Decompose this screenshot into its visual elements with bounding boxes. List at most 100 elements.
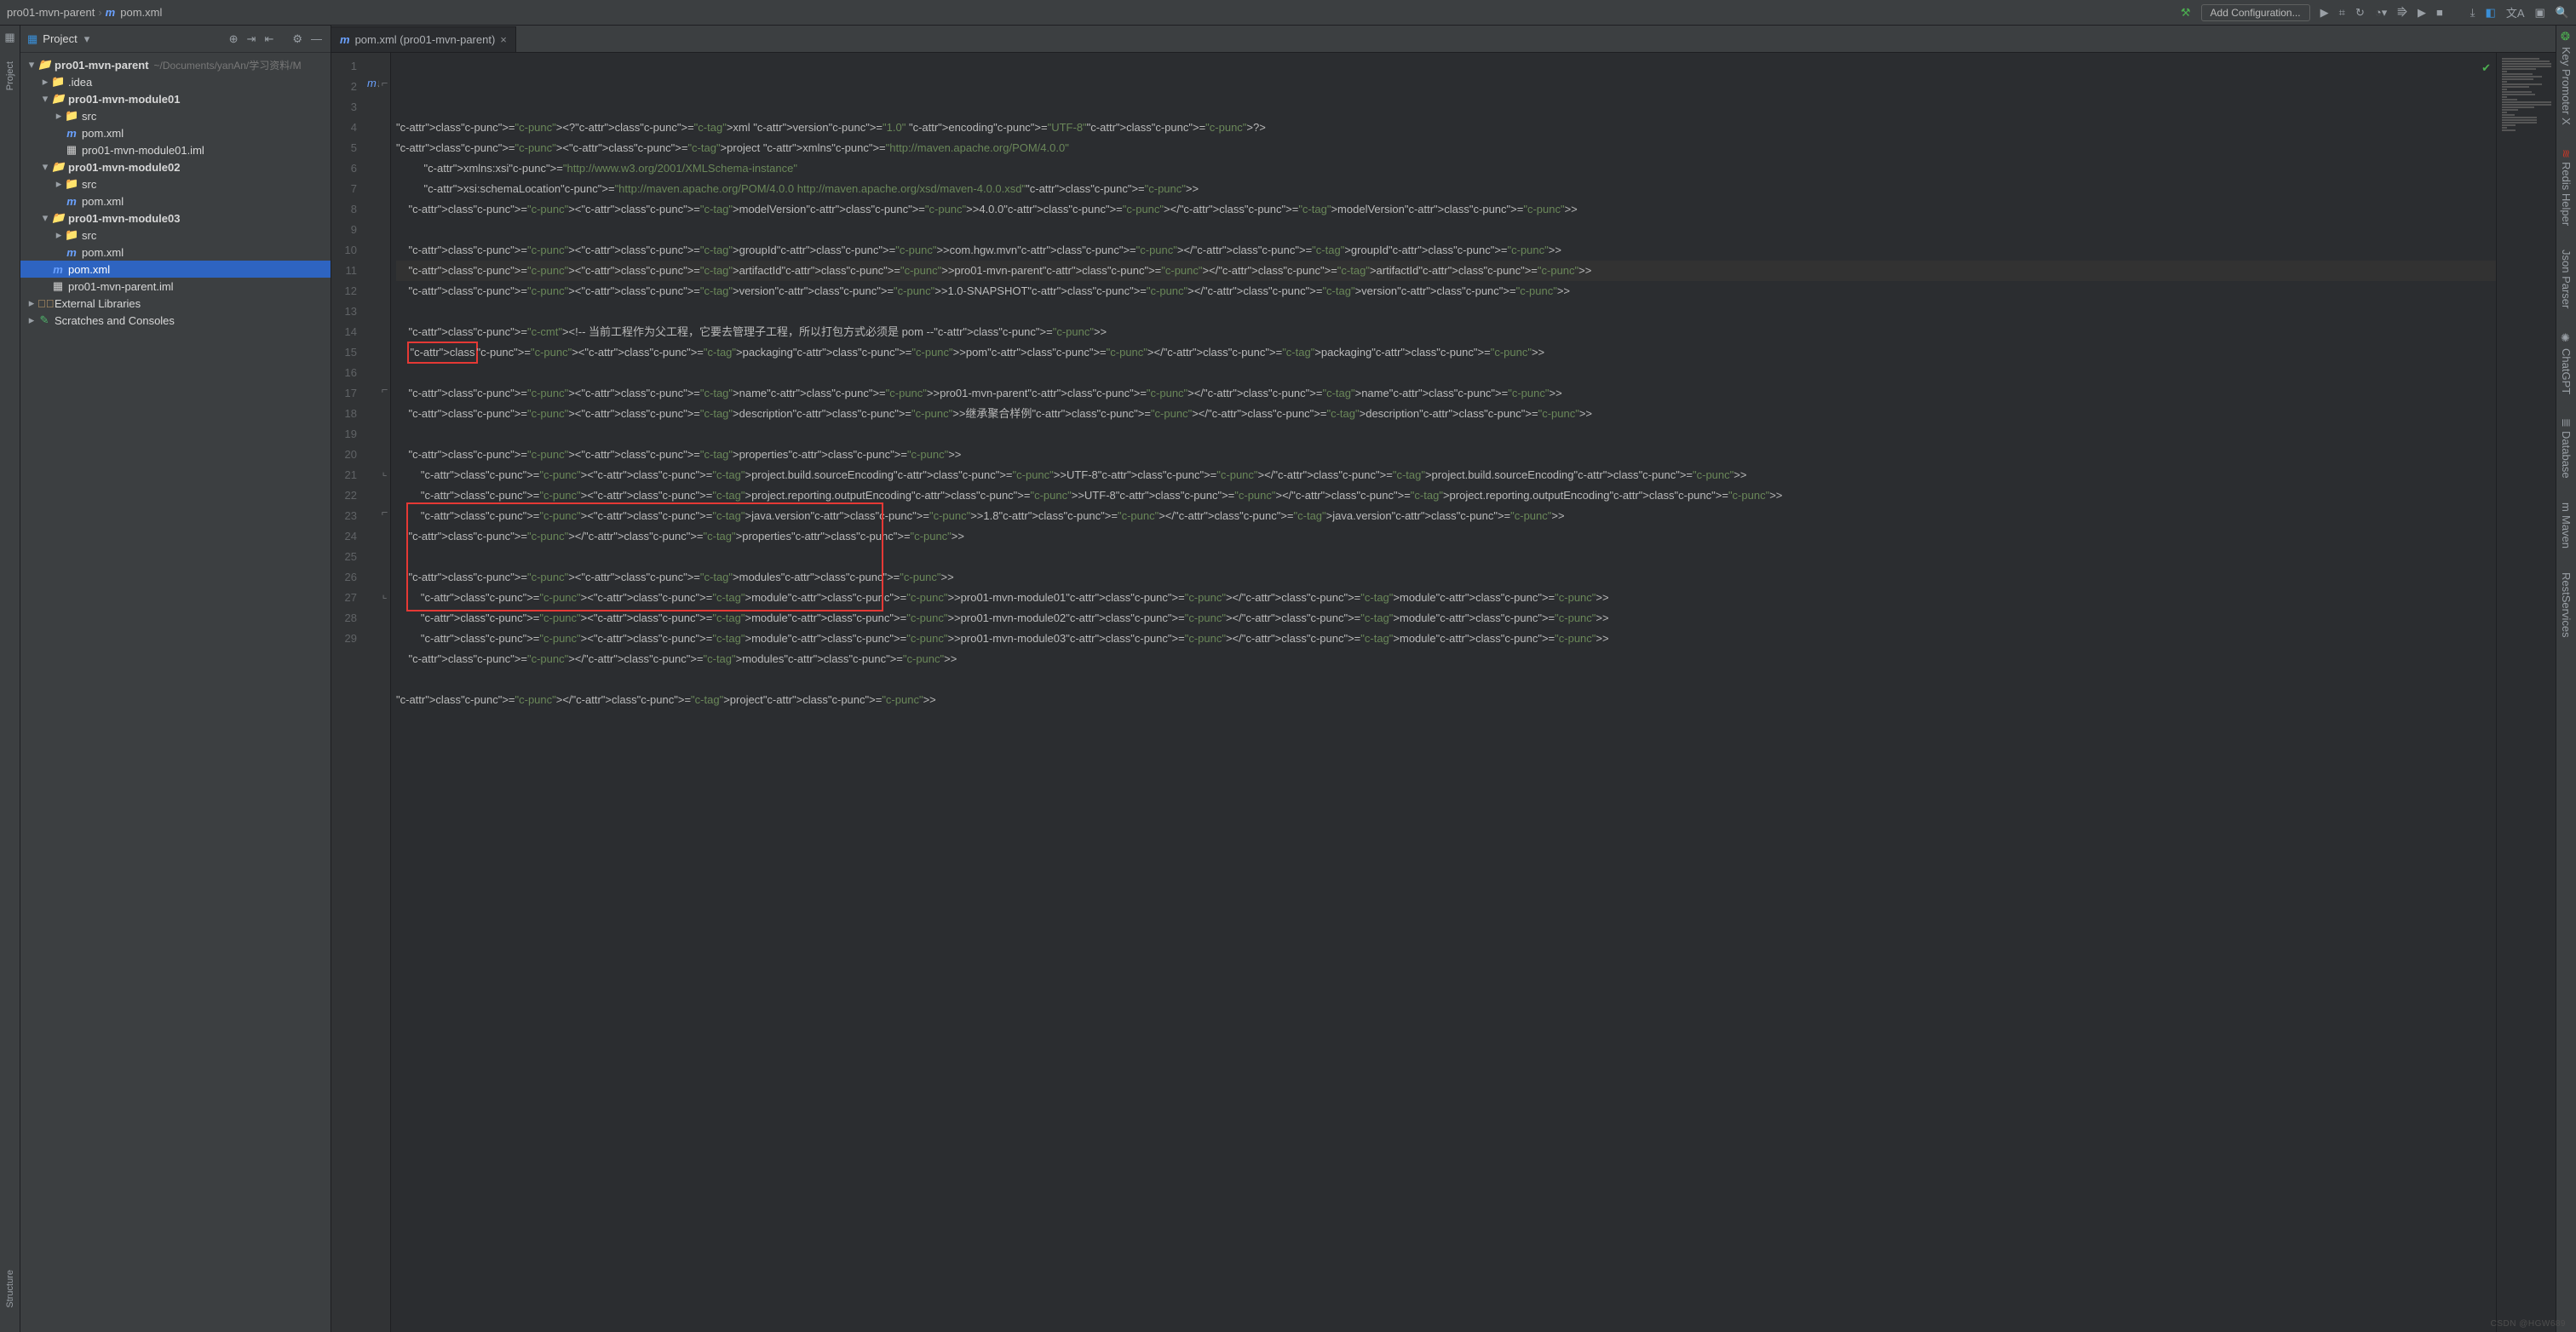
code-area[interactable]: ✔ "c-attr">class"c-punc">="c-punc"><?"c-… [391, 53, 2496, 1332]
code-line[interactable]: "c-attr">class"c-punc">="c-punc"><"c-att… [396, 383, 2496, 404]
run-anything-icon[interactable]: ▶ [2418, 6, 2426, 20]
tree-arrow-icon[interactable]: ▸ [53, 228, 65, 242]
code-line[interactable]: "c-attr">class"c-punc">="c-punc"></"c-at… [396, 526, 2496, 547]
fold-gutter[interactable]: ⌐⌐⌞⌐⌞ [379, 53, 391, 1332]
code-line[interactable]: "c-attr">class"c-punc">="c-punc"><"c-att… [396, 588, 2496, 608]
tree-row[interactable]: ▾📁pro01-mvn-parent~/Documents/yanAn/学习资料… [20, 56, 331, 73]
collapse-all-icon[interactable]: ⇤ [262, 31, 275, 48]
code-line[interactable]: "c-attr">xmlns:xsi"c-punc">="http://www.… [396, 158, 2496, 179]
lineno[interactable]: 29 [331, 629, 367, 649]
fold-handle[interactable] [379, 278, 390, 298]
code-line[interactable]: "c-attr">class"c-punc">="c-punc"><"c-att… [396, 138, 2496, 158]
lineno[interactable]: 5 [331, 138, 367, 158]
tree-row[interactable]: ▦pro01-mvn-parent.iml [20, 278, 331, 295]
fold-handle[interactable] [379, 605, 390, 625]
git-commit-icon[interactable]: ◧ [2486, 6, 2496, 20]
code-line[interactable]: "c-attr">class"c-punc">="c-punc"><"c-att… [396, 240, 2496, 261]
tree-row[interactable]: ▾📁pro01-mvn-module01 [20, 90, 331, 107]
lineno[interactable]: 3 [331, 97, 367, 118]
fold-handle[interactable]: ⌐ [379, 502, 390, 523]
tree-row-selected[interactable]: mpom.xml [20, 261, 331, 278]
fold-handle[interactable] [379, 400, 390, 421]
lineno[interactable]: 2 [331, 77, 367, 97]
toolwindow-tab-structure[interactable]: Structure [5, 1270, 15, 1308]
fold-handle[interactable] [379, 135, 390, 155]
hammer-icon[interactable]: ⚒ [2181, 6, 2191, 20]
code-line[interactable]: "c-attr">class"c-punc">="c-punc"><"c-att… [396, 465, 2496, 485]
lineno[interactable]: 27 [331, 588, 367, 608]
stop-icon[interactable]: ■ [2436, 6, 2443, 19]
lineno[interactable]: 18 [331, 404, 367, 424]
code-line[interactable]: "c-attr">class"c-punc">="c-punc"></"c-at… [396, 649, 2496, 669]
code-line[interactable]: "c-attr">class"c-punc">="c-punc"><"c-att… [396, 608, 2496, 629]
breadcrumb-root[interactable]: pro01-mvn-parent [7, 6, 95, 19]
tree-row[interactable]: ▸📁src [20, 107, 331, 124]
lineno[interactable]: 22 [331, 485, 367, 506]
code-line[interactable]: "c-attr">class"c-punc">="c-punc"><"c-att… [396, 485, 2496, 506]
fold-handle[interactable]: ⌞ [379, 584, 390, 605]
tree-arrow-icon[interactable]: ▸ [26, 296, 37, 310]
lineno[interactable]: 16 [331, 363, 367, 383]
fold-handle[interactable] [379, 94, 390, 114]
sidebar-title[interactable]: Project [43, 32, 77, 45]
tree-row[interactable]: ▸📁src [20, 227, 331, 244]
lineno[interactable]: 26 [331, 567, 367, 588]
lineno[interactable]: 7 [331, 179, 367, 199]
tree-row[interactable]: ▸✎Scratches and Consoles [20, 312, 331, 329]
lineno[interactable]: 15 [331, 342, 367, 363]
fold-handle[interactable]: ⌞ [379, 462, 390, 482]
add-configuration-button[interactable]: Add Configuration... [2201, 4, 2310, 21]
close-icon[interactable]: × [500, 33, 507, 46]
toolwindow-tab-database[interactable]: ≣Database [2560, 418, 2573, 479]
tree-arrow-icon[interactable]: ▸ [39, 75, 51, 89]
fold-handle[interactable] [379, 339, 390, 359]
lineno[interactable]: 10 [331, 240, 367, 261]
code-line[interactable]: "c-attr">class"c-punc">="c-cmt"><!-- 当前工… [396, 322, 2496, 342]
code-line[interactable]: "c-attr">class"c-punc">="c-punc"><"c-att… [396, 567, 2496, 588]
fold-handle[interactable] [379, 298, 390, 319]
tree-row[interactable]: ▾📁pro01-mvn-module03 [20, 210, 331, 227]
profile-icon[interactable]: ◔▾ [2375, 6, 2387, 20]
code-line[interactable]: "c-attr">class"c-punc">="c-punc"><"c-att… [396, 199, 2496, 220]
toolwindow-tab-jsonparser[interactable]: Json Parser [2560, 250, 2573, 308]
lineno[interactable]: 19 [331, 424, 367, 445]
lineno[interactable]: 13 [331, 301, 367, 322]
code-line[interactable]: "c-attr">xsi:schemaLocation"c-punc">="ht… [396, 179, 2496, 199]
lineno[interactable]: 11 [331, 261, 367, 281]
lineno[interactable]: 24 [331, 526, 367, 547]
lineno[interactable]: 14 [331, 322, 367, 342]
fold-handle[interactable] [379, 196, 390, 216]
tree-arrow-icon[interactable]: ▾ [39, 92, 51, 106]
git-update-icon[interactable]: ⤓ [2470, 6, 2475, 20]
code-line[interactable]: "c-attr">class"c-punc">="c-punc"><"c-att… [396, 281, 2496, 301]
lineno[interactable]: 4 [331, 118, 367, 138]
lineno[interactable]: 25 [331, 547, 367, 567]
gear-icon[interactable]: ⚙ [290, 31, 304, 48]
minimap[interactable] [2496, 53, 2556, 1332]
select-opened-file-icon[interactable]: ⊕ [227, 31, 240, 48]
tree-arrow-icon[interactable]: ▾ [39, 160, 51, 174]
fold-handle[interactable] [379, 625, 390, 646]
tree-arrow-icon[interactable]: ▸ [53, 177, 65, 191]
fold-handle[interactable] [379, 237, 390, 257]
lineno[interactable]: 28 [331, 608, 367, 629]
fold-handle[interactable] [379, 53, 390, 73]
fold-handle[interactable] [379, 441, 390, 462]
run-icon[interactable]: ▶ [2320, 6, 2329, 20]
lineno[interactable]: 23 [331, 506, 367, 526]
chevron-down-icon[interactable]: ▾ [84, 32, 90, 46]
tree-row[interactable]: ▸�⃞External Libraries [20, 295, 331, 312]
fold-handle[interactable] [379, 114, 390, 135]
fold-handle[interactable] [379, 421, 390, 441]
coverage-icon[interactable]: ↻ [2355, 6, 2365, 20]
tree-row[interactable]: ▦pro01-mvn-module01.iml [20, 141, 331, 158]
lineno[interactable]: 17 [331, 383, 367, 404]
inspection-status[interactable]: ✔ [2481, 58, 2491, 78]
code-line[interactable] [396, 363, 2496, 383]
line-number-gutter[interactable]: 1234567891011121314151617181920212223242… [331, 53, 367, 1332]
attach-icon[interactable]: ⭆ [2397, 6, 2407, 20]
fold-handle[interactable] [379, 257, 390, 278]
search-everywhere-icon[interactable]: 🔍 [2556, 6, 2569, 20]
expand-all-icon[interactable]: ⇥ [245, 31, 258, 48]
project-tree[interactable]: ▾📁pro01-mvn-parent~/Documents/yanAn/学习资料… [20, 53, 331, 1332]
